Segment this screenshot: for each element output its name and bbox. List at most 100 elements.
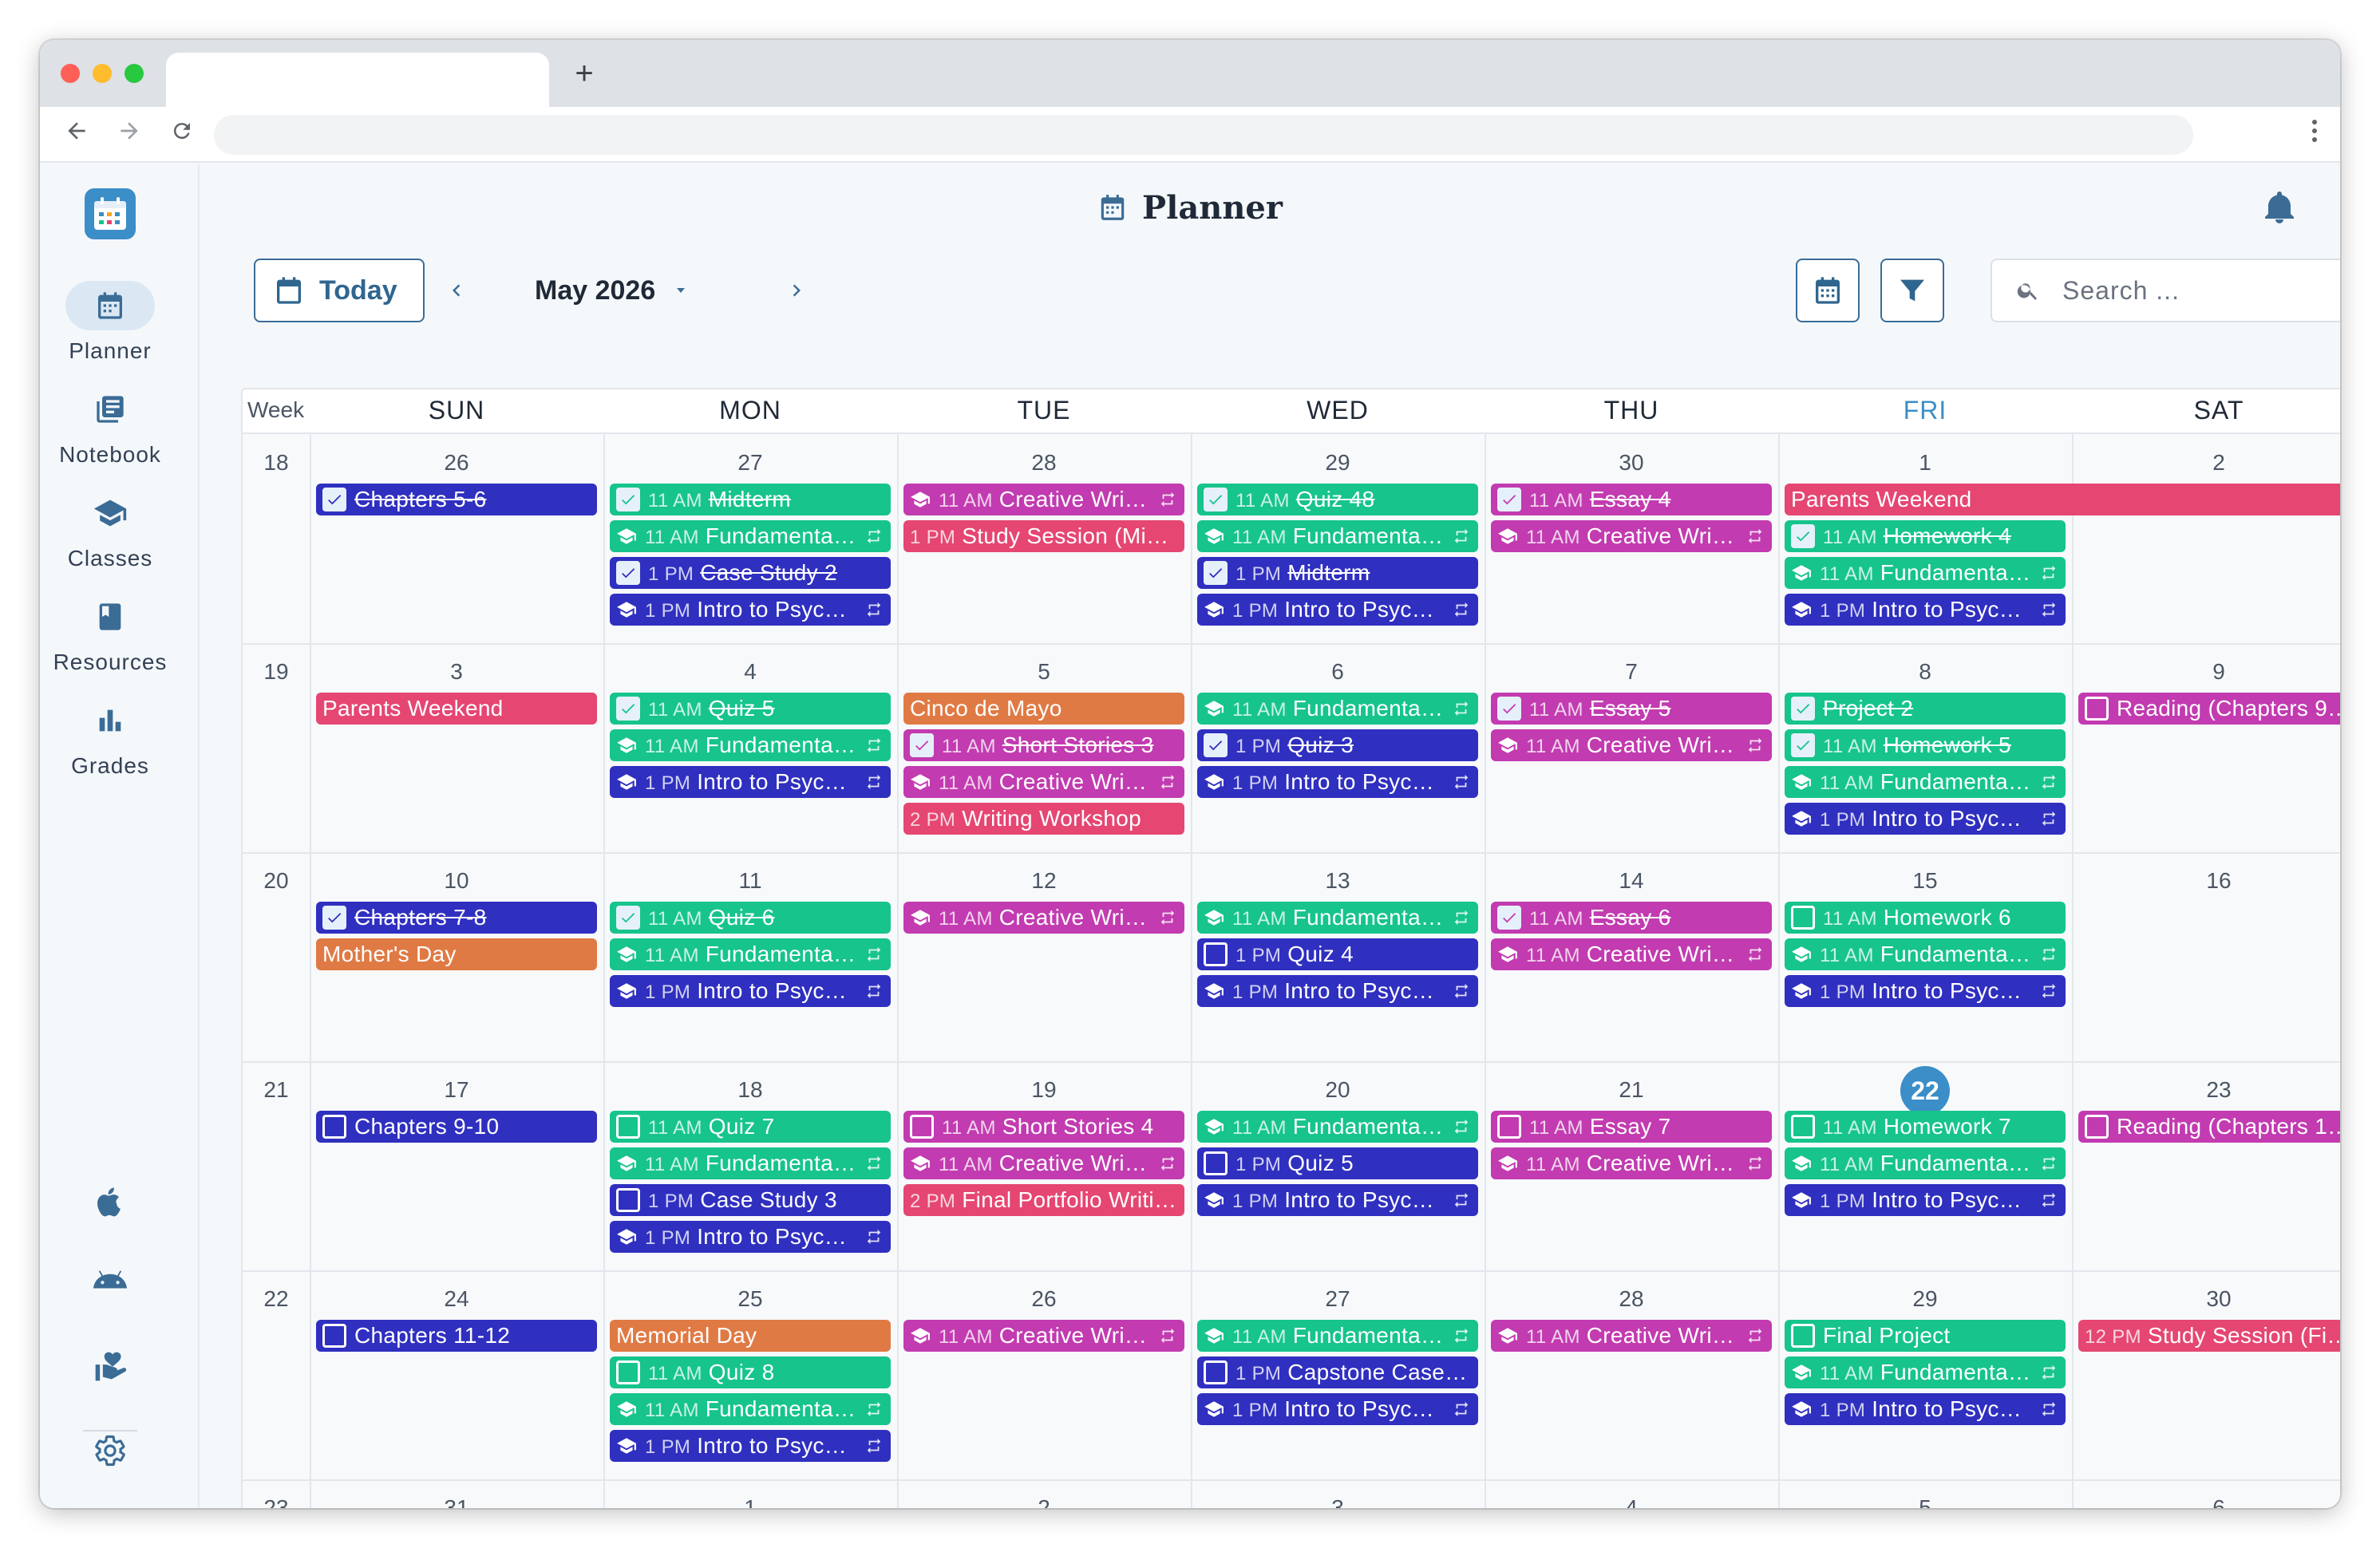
calendar-event[interactable]: 11 AMFundamentals ... — [1785, 766, 2066, 798]
checkbox-empty-icon[interactable] — [1791, 906, 1815, 930]
checkbox-checked-icon[interactable] — [1204, 488, 1228, 511]
checkbox-empty-icon[interactable] — [1204, 1360, 1228, 1384]
checkbox-empty-icon[interactable] — [910, 1115, 934, 1139]
checkbox-checked-icon[interactable] — [322, 906, 346, 930]
calendar-event[interactable]: 11 AMFundamentals ... — [610, 729, 891, 761]
calendar-event[interactable]: Chapters 9-10 — [316, 1111, 597, 1143]
checkbox-empty-icon[interactable] — [1204, 942, 1228, 966]
forward-arrow-icon[interactable] — [113, 118, 145, 150]
calendar-event[interactable]: Memorial Day — [610, 1320, 891, 1352]
calendar-event[interactable]: 1 PM Intro to Psychol... — [1785, 803, 2066, 835]
calendar-event[interactable]: 11 AM Short Stories 3 — [903, 729, 1184, 761]
calendar-event[interactable]: 1 PM Study Session (Midte... — [903, 520, 1184, 552]
checkbox-empty-icon[interactable] — [322, 1324, 346, 1348]
back-arrow-icon[interactable] — [61, 118, 93, 150]
day-number[interactable]: 20 — [1191, 1077, 1485, 1103]
calendar-event[interactable]: Reading (Chapters 9-... — [2078, 693, 2340, 725]
calendar-event[interactable]: 1 PM Intro to Psychol... — [1785, 1393, 2066, 1425]
calendar-event[interactable]: Cinco de Mayo — [903, 693, 1184, 725]
calendar-event[interactable]: Chapters 5-6 — [316, 484, 597, 515]
sidebar-item-resources[interactable]: Resources — [40, 592, 200, 688]
calendar-event[interactable]: Final Project — [1785, 1320, 2066, 1352]
new-tab-plus-icon[interactable]: + — [567, 56, 602, 91]
day-number[interactable]: 24 — [310, 1286, 603, 1312]
day-number[interactable]: 12 — [897, 868, 1191, 894]
day-number[interactable]: 4 — [603, 659, 897, 685]
calendar-event[interactable]: 1 PM Capstone Case S... — [1197, 1356, 1478, 1388]
calendar-event[interactable]: Parents Weekend — [316, 693, 597, 725]
checkbox-checked-icon[interactable] — [1497, 488, 1521, 511]
day-number[interactable]: 10 — [310, 868, 603, 894]
checkbox-checked-icon[interactable] — [1791, 524, 1815, 548]
sidebar-item-classes[interactable]: Classes — [40, 488, 200, 584]
calendar-event[interactable]: 1 PM Quiz 5 — [1197, 1147, 1478, 1179]
checkbox-empty-icon[interactable] — [616, 1360, 640, 1384]
day-number[interactable]: 25 — [603, 1286, 897, 1312]
calendar-event[interactable]: 11 AMFundamentals ... — [1785, 557, 2066, 589]
calendar-event[interactable]: 11 AM Essay 6 — [1491, 902, 1772, 934]
calendar-event[interactable]: 11 AMCreative Writin... — [903, 1147, 1184, 1179]
checkbox-empty-icon[interactable] — [1497, 1115, 1521, 1139]
calendar-event[interactable]: 1 PM Midterm — [1197, 557, 1478, 589]
day-number[interactable]: 30 — [2072, 1286, 2340, 1312]
calendar-event[interactable]: 2 PM Final Portfolio Writin... — [903, 1184, 1184, 1216]
day-number[interactable]: 18 — [603, 1077, 897, 1103]
calendar-event[interactable]: Project 2 — [1785, 693, 2066, 725]
checkbox-checked-icon[interactable] — [616, 697, 640, 721]
calendar-event[interactable]: 1 PM Intro to Psychol... — [1197, 594, 1478, 626]
day-number[interactable]: 4 — [1485, 1495, 1778, 1508]
app-logo-icon[interactable] — [85, 188, 136, 239]
calendar-event[interactable]: 11 AMFundamentals ... — [1197, 693, 1478, 725]
search-input[interactable] — [2062, 275, 2340, 306]
day-number[interactable]: 6 — [2072, 1495, 2340, 1508]
calendar-event[interactable]: 2 PM Writing Workshop — [903, 803, 1184, 835]
calendar-event[interactable]: 11 AM Short Stories 4 — [903, 1111, 1184, 1143]
calendar-event[interactable]: 12 PM Study Session (Fina... — [2078, 1320, 2340, 1352]
filter-button[interactable] — [1880, 259, 1944, 322]
calendar-event[interactable]: Chapters 7-8 — [316, 902, 597, 934]
day-number[interactable]: 29 — [1191, 450, 1485, 476]
checkbox-checked-icon[interactable] — [1204, 733, 1228, 757]
calendar-event[interactable]: 1 PM Intro to Psychol... — [610, 594, 891, 626]
day-number[interactable]: 5 — [897, 659, 1191, 685]
calendar-event[interactable]: 1 PM Intro to Psychol... — [1197, 975, 1478, 1007]
day-number[interactable]: 9 — [2072, 659, 2340, 685]
checkbox-empty-icon[interactable] — [616, 1188, 640, 1212]
day-number[interactable]: 2 — [897, 1495, 1191, 1508]
checkbox-checked-icon[interactable] — [1204, 561, 1228, 585]
calendar-event[interactable]: 11 AM Homework 7 — [1785, 1111, 2066, 1143]
day-number[interactable]: 19 — [897, 1077, 1191, 1103]
checkbox-empty-icon[interactable] — [616, 1115, 640, 1139]
calendar-event[interactable]: 11 AM Quiz 48 — [1197, 484, 1478, 515]
calendar-event[interactable]: 1 PM Intro to Psychol... — [610, 975, 891, 1007]
checkbox-empty-icon[interactable] — [2085, 1115, 2109, 1139]
calendar-event[interactable]: 11 AMCreative Writin... — [1491, 729, 1772, 761]
day-number[interactable]: 3 — [310, 659, 603, 685]
checkbox-checked-icon[interactable] — [616, 488, 640, 511]
calendar-event[interactable]: 11 AM Homework 5 — [1785, 729, 2066, 761]
calendar-event[interactable]: 11 AM Homework 4 — [1785, 520, 2066, 552]
minimize-window-button[interactable] — [93, 64, 112, 83]
calendar-event[interactable]: 11 AM Essay 7 — [1491, 1111, 1772, 1143]
calendar-event[interactable]: 1 PM Intro to Psychol... — [610, 1221, 891, 1253]
day-number[interactable]: 16 — [2072, 868, 2340, 894]
calendar-view-button[interactable] — [1796, 259, 1860, 322]
calendar-event[interactable]: 11 AM Midterm — [610, 484, 891, 515]
day-number[interactable]: 14 — [1485, 868, 1778, 894]
calendar-event[interactable]: 1 PM Intro to Psychol... — [1197, 1393, 1478, 1425]
calendar-event[interactable]: 11 AMFundamentals ... — [1197, 1111, 1478, 1143]
calendar-event[interactable]: 1 PM Intro to Psychol... — [1785, 594, 2066, 626]
checkbox-checked-icon[interactable] — [322, 488, 346, 511]
calendar-event[interactable]: 11 AMCreative Writin... — [1491, 1320, 1772, 1352]
calendar-event[interactable]: 1 PM Quiz 4 — [1197, 938, 1478, 970]
calendar-event[interactable]: 11 AMFundamentals ... — [610, 520, 891, 552]
calendar-event[interactable]: 1 PM Case Study 2 — [610, 557, 891, 589]
calendar-event[interactable]: 11 AMCreative Writin... — [1491, 520, 1772, 552]
calendar-event[interactable]: 11 AMFundamentals ... — [1785, 1356, 2066, 1388]
sidebar-item-grades[interactable]: Grades — [40, 696, 200, 792]
calendar-event[interactable]: Mother's Day — [316, 938, 597, 970]
today-button[interactable]: Today — [254, 259, 425, 322]
calendar-event[interactable]: 11 AMFundamentals ... — [1197, 1320, 1478, 1352]
day-number[interactable]: 26 — [897, 1286, 1191, 1312]
android-icon[interactable] — [86, 1256, 134, 1304]
